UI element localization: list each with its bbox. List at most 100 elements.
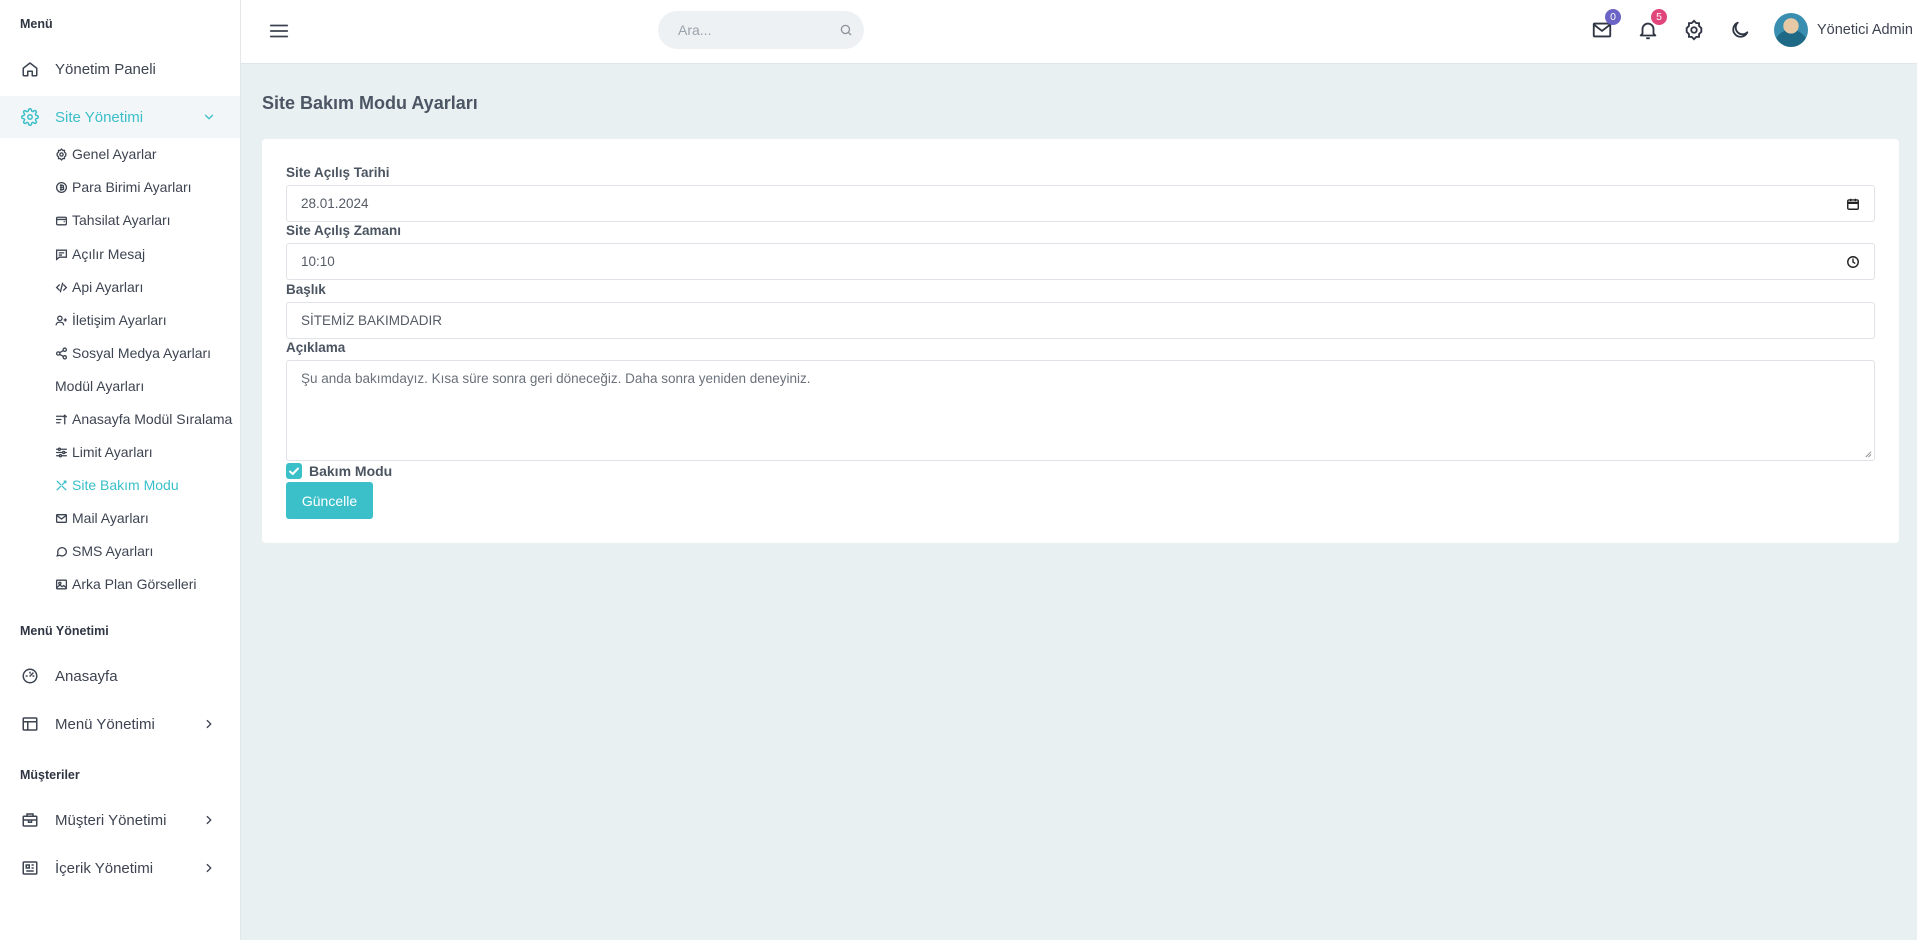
- wallet-icon: [55, 216, 68, 225]
- submenu-label: Site Bakım Modu: [72, 477, 179, 493]
- sidebar-item-label: Menü Yönetimi: [55, 715, 155, 733]
- open-date-input[interactable]: 28.01.2024: [286, 185, 1875, 222]
- description-textarea[interactable]: Şu anda bakımdayız. Kısa süre sonra geri…: [286, 360, 1875, 461]
- topbar: 0 5: [241, 0, 1917, 64]
- submenu-item-background-images[interactable]: Arka Plan Görselleri: [55, 573, 197, 595]
- submenu-label: Genel Ayarlar: [72, 146, 157, 162]
- tools-icon: [56, 480, 67, 490]
- sidebar-section-customers: Müşteriler: [20, 768, 80, 782]
- currency-icon: [55, 181, 68, 193]
- submenu-label: Sosyal Medya Ayarları: [72, 345, 212, 361]
- mail-badge: 0: [1605, 9, 1621, 25]
- sidebar-item-dashboard[interactable]: Yönetim Paneli: [0, 48, 240, 90]
- notifications-button[interactable]: 5: [1637, 9, 1667, 41]
- sidebar-item-menu-management[interactable]: Menü Yönetimi: [0, 703, 240, 745]
- open-time-input[interactable]: 10:10: [286, 243, 1875, 280]
- gear-icon: [1685, 19, 1703, 41]
- contact-icon: [55, 315, 67, 325]
- sidebar: Menü Yönetim Paneli Site Yönetimi Genel …: [0, 0, 241, 940]
- code-icon: [55, 282, 68, 292]
- open-time-label: Site Açılış Zamanı: [286, 223, 402, 238]
- submenu-label: Modül Ayarları: [55, 378, 145, 394]
- submenu-item-module-settings[interactable]: Modül Ayarları: [55, 375, 144, 397]
- share-icon: [55, 346, 68, 360]
- submenu-label: Api Ayarları: [72, 279, 144, 295]
- settings-icon: [56, 147, 67, 161]
- sidebar-section-menu: Menü: [20, 17, 53, 31]
- sidebar-item-label: Anasayfa: [55, 667, 118, 685]
- description-label: Açıklama: [286, 340, 346, 355]
- maintenance-settings-form: Site Açılış Tarihi 28.01.2024 Site Açılı…: [262, 139, 1899, 543]
- update-button[interactable]: Güncelle: [286, 482, 373, 519]
- submenu-item-popup-message[interactable]: Açılır Mesaj: [55, 243, 145, 265]
- sidebar-item-home[interactable]: Anasayfa: [0, 655, 240, 697]
- submenu-item-api-settings[interactable]: Api Ayarları: [55, 276, 143, 298]
- chevron-right-icon: [206, 719, 212, 729]
- submenu-item-currency-settings[interactable]: Para Birimi Ayarları: [55, 176, 192, 198]
- title-value: SİTEMİZ BAKIMDADIR: [301, 313, 443, 328]
- gear-icon: [21, 108, 39, 126]
- resize-handle-icon[interactable]: [1863, 449, 1872, 458]
- message-icon: [55, 249, 68, 261]
- submenu-item-general-settings[interactable]: Genel Ayarlar: [55, 143, 157, 165]
- user-name[interactable]: Yönetici Admin: [1817, 22, 1913, 38]
- home-icon: [22, 62, 38, 77]
- submenu-item-mail-settings[interactable]: Mail Ayarları: [55, 507, 149, 529]
- open-date-value: 28.01.2024: [301, 196, 369, 211]
- submenu-item-limit-settings[interactable]: Limit Ayarları: [55, 441, 153, 463]
- submenu-label: Limit Ayarları: [72, 444, 153, 460]
- submenu-label: İletişim Ayarları: [72, 312, 167, 328]
- building-icon: [22, 813, 38, 827]
- page-title: Site Bakım Modu Ayarları: [262, 93, 478, 113]
- search-icon[interactable]: [839, 23, 853, 37]
- submenu-label: Mail Ayarları: [72, 510, 149, 526]
- sidebar-item-label: Site Yönetimi: [55, 108, 144, 126]
- search-box: [658, 11, 864, 49]
- maintenance-mode-label[interactable]: Bakım Modu: [309, 463, 392, 479]
- open-time-value: 10:10: [301, 254, 335, 269]
- search-input[interactable]: [658, 11, 864, 49]
- sidebar-item-site-management[interactable]: Site Yönetimi: [0, 96, 240, 138]
- submenu-label: Açılır Mesaj: [72, 246, 146, 262]
- submenu-item-contact-settings[interactable]: İletişim Ayarları: [55, 309, 167, 331]
- gauge-icon: [22, 668, 38, 684]
- title-label: Başlık: [286, 282, 326, 297]
- submenu-label: Tahsilat Ayarları: [72, 212, 171, 228]
- sidebar-item-content-management[interactable]: İçerik Yönetimi: [0, 847, 240, 889]
- avatar[interactable]: [1774, 13, 1808, 47]
- submenu-item-maintenance-mode[interactable]: Site Bakım Modu: [55, 474, 179, 496]
- check-icon: [289, 467, 299, 475]
- sidebar-item-label: Müşteri Yönetimi: [55, 811, 167, 829]
- submenu-label: Arka Plan Görselleri: [72, 576, 197, 592]
- title-input[interactable]: SİTEMİZ BAKIMDADIR: [286, 302, 1875, 339]
- open-date-label: Site Açılış Tarihi: [286, 165, 390, 180]
- layout-icon: [22, 717, 38, 731]
- sidebar-item-customer-management[interactable]: Müşteri Yönetimi: [0, 799, 240, 841]
- news-icon: [22, 861, 38, 875]
- submenu-item-home-module-order[interactable]: Anasayfa Modül Sıralama: [55, 408, 232, 430]
- chevron-right-icon: [206, 863, 212, 873]
- sidebar-item-label: Yönetim Paneli: [55, 60, 156, 78]
- calendar-icon[interactable]: [1846, 197, 1860, 211]
- submenu-item-sms-settings[interactable]: SMS Ayarları: [55, 540, 153, 562]
- submenu-item-social-media[interactable]: Sosyal Medya Ayarları: [55, 342, 211, 364]
- mail-button[interactable]: 0: [1591, 9, 1621, 41]
- mail-icon: [55, 513, 68, 523]
- submenu-label: SMS Ayarları: [72, 543, 154, 559]
- chevron-right-icon: [206, 815, 212, 825]
- maintenance-mode-checkbox[interactable]: [286, 463, 302, 479]
- sidebar-section-menu-management: Menü Yönetimi: [20, 624, 109, 638]
- hamburger-menu-icon[interactable]: [268, 20, 290, 42]
- dark-mode-toggle[interactable]: [1729, 19, 1751, 41]
- moon-icon: [1732, 21, 1749, 38]
- submenu-label: Anasayfa Modül Sıralama: [72, 411, 233, 427]
- settings-button[interactable]: [1683, 19, 1705, 41]
- submenu-item-collection-settings[interactable]: Tahsilat Ayarları: [55, 209, 171, 231]
- image-icon: [55, 579, 68, 589]
- sliders-icon: [55, 447, 68, 457]
- description-value: Şu anda bakımdayız. Kısa süre sonra geri…: [301, 371, 811, 386]
- chat-icon: [56, 546, 68, 557]
- sort-icon: [55, 413, 68, 424]
- clock-icon[interactable]: [1846, 255, 1860, 269]
- notification-badge: 5: [1651, 9, 1667, 25]
